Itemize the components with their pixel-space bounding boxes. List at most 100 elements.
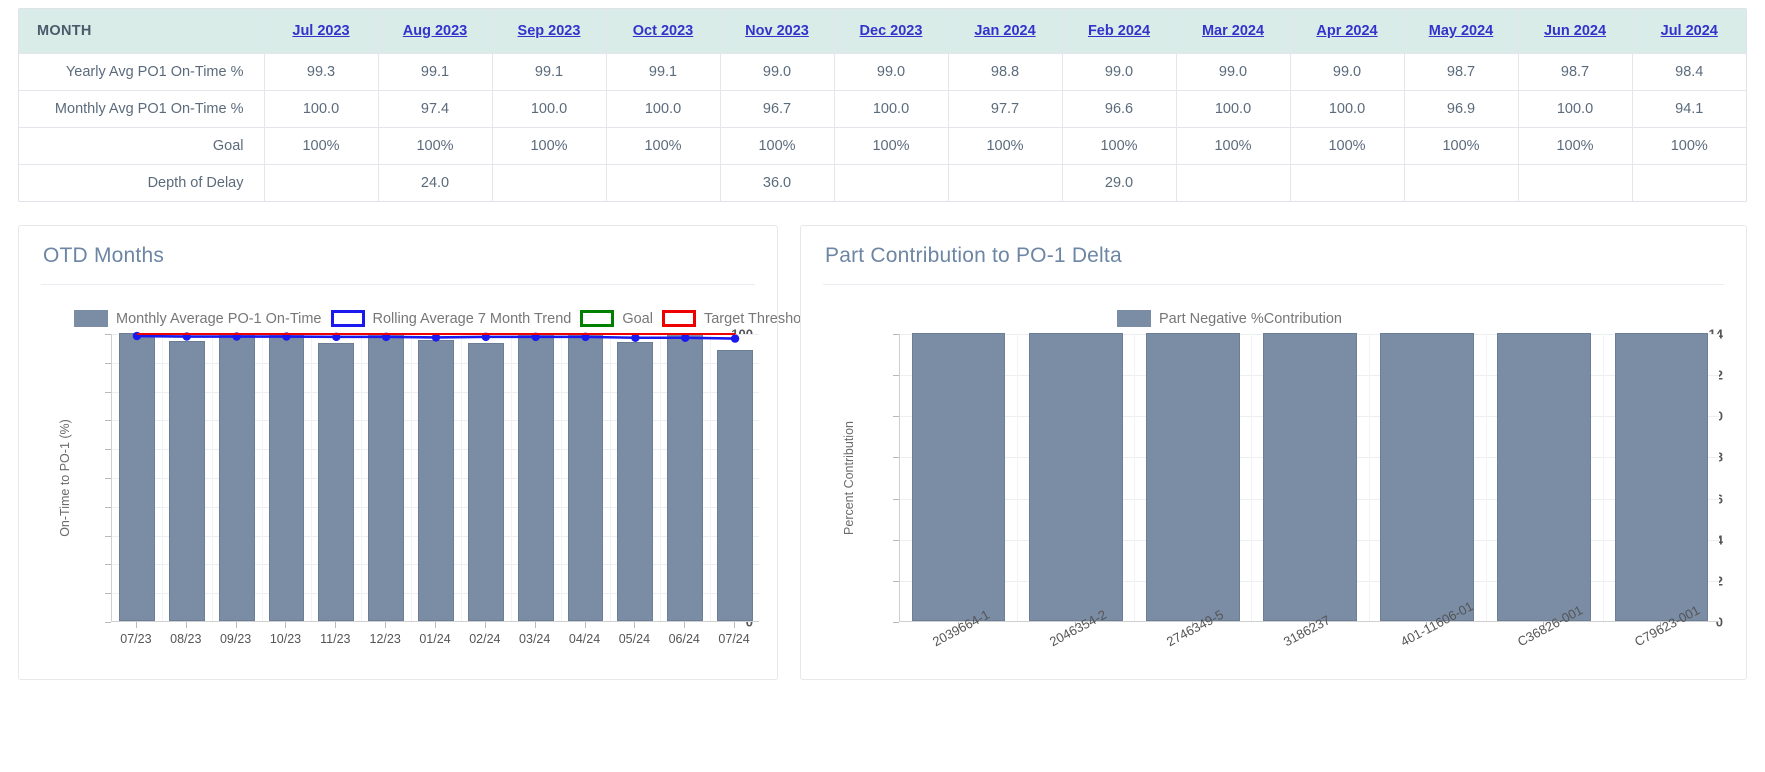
x-axis-tick-mark: [435, 622, 436, 628]
x-axis-tick-mark: [136, 622, 137, 628]
vertical-gridline: [1369, 334, 1370, 621]
part-plot-area: [899, 334, 1719, 622]
x-axis-tick-mark: [585, 622, 586, 628]
table-cell: 100%: [1290, 127, 1404, 164]
table-cell: [1290, 164, 1404, 201]
table-cell: 100%: [720, 127, 834, 164]
column-header-month-6[interactable]: Dec 2023: [834, 9, 948, 53]
table-cell: [606, 164, 720, 201]
table-cell: 99.3: [264, 53, 378, 90]
table-cell: 100.0: [1518, 90, 1632, 127]
legend-item-target-threshold[interactable]: Target Threshold: [662, 310, 813, 327]
table-cell: [1518, 164, 1632, 201]
bar[interactable]: [1263, 333, 1357, 621]
legend-label-goal: Goal: [622, 311, 653, 327]
table-cell: [492, 164, 606, 201]
series-point: [731, 334, 739, 342]
vertical-gridline: [1486, 334, 1487, 621]
table-cell: 98.7: [1404, 53, 1518, 90]
column-header-month-2[interactable]: Aug 2023: [378, 9, 492, 53]
line-series-overlay: [112, 334, 760, 622]
x-axis-tick-label: 09/23: [220, 632, 251, 646]
legend-label-monthly-average: Monthly Average PO-1 On-Time: [116, 311, 322, 327]
part-chart-legend: Part Negative %Contribution: [1117, 310, 1342, 327]
otd-plot-area: [111, 334, 759, 622]
x-axis-tick-mark: [285, 622, 286, 628]
table-cell: [834, 164, 948, 201]
column-header-month: MONTH: [19, 9, 264, 53]
bar[interactable]: [1380, 333, 1474, 621]
table-cell: 100.0: [492, 90, 606, 127]
x-axis-tick-mark: [385, 622, 386, 628]
bar[interactable]: [1029, 333, 1123, 621]
table-cell: 100.0: [1290, 90, 1404, 127]
x-axis-tick-label: 03/24: [519, 632, 550, 646]
otd-chart[interactable]: On-Time to PO-1 (%) 01020304050607080901…: [49, 326, 759, 656]
table-cell: 99.0: [1290, 53, 1404, 90]
table-cell: 100%: [834, 127, 948, 164]
table-cell: 99.0: [834, 53, 948, 90]
legend-item-monthly-average[interactable]: Monthly Average PO-1 On-Time: [74, 310, 322, 327]
table-row: Monthly Avg PO1 On-Time %100.097.4100.01…: [19, 90, 1746, 127]
table-cell: 99.0: [1176, 53, 1290, 90]
table-cell: 100%: [1062, 127, 1176, 164]
x-axis-tick-mark: [335, 622, 336, 628]
bar[interactable]: [912, 333, 1006, 621]
x-axis-tick-label: 06/24: [669, 632, 700, 646]
part-panel-title: Part Contribution to PO-1 Delta: [801, 226, 1746, 268]
table-cell: 100.0: [1176, 90, 1290, 127]
otd-chart-legend: Monthly Average PO-1 On-Time Rolling Ave…: [74, 310, 813, 327]
part-contribution-panel: Part Contribution to PO-1 Delta Part Neg…: [800, 225, 1747, 680]
legend-item-goal[interactable]: Goal: [580, 310, 653, 327]
column-header-month-3[interactable]: Sep 2023: [492, 9, 606, 53]
column-header-month-4[interactable]: Oct 2023: [606, 9, 720, 53]
y-axis-tick-mark: [893, 622, 899, 623]
bar[interactable]: [1497, 333, 1591, 621]
column-header-month-7[interactable]: Jan 2024: [948, 9, 1062, 53]
table-cell: 94.1: [1632, 90, 1746, 127]
table-cell: 29.0: [1062, 164, 1176, 201]
otd-y-axis-title: On-Time to PO-1 (%): [58, 419, 72, 537]
legend-swatch-trend-icon: [331, 310, 365, 327]
table-cell: [1404, 164, 1518, 201]
legend-item-part-negative-contribution[interactable]: Part Negative %Contribution: [1117, 310, 1342, 327]
legend-item-rolling-average[interactable]: Rolling Average 7 Month Trend: [331, 310, 572, 327]
column-header-month-1[interactable]: Jul 2023: [264, 9, 378, 53]
x-axis-tick-mark: [236, 622, 237, 628]
table-cell: 100%: [948, 127, 1062, 164]
row-label: Monthly Avg PO1 On-Time %: [19, 90, 264, 127]
legend-label-target-threshold: Target Threshold: [704, 311, 813, 327]
kpi-table-header: MONTH Jul 2023Aug 2023Sep 2023Oct 2023No…: [19, 9, 1746, 53]
table-cell: 24.0: [378, 164, 492, 201]
vertical-gridline: [1134, 334, 1135, 621]
otd-panel-title: OTD Months: [19, 226, 777, 268]
table-cell: 99.1: [378, 53, 492, 90]
column-header-month-5[interactable]: Nov 2023: [720, 9, 834, 53]
column-header-month-8[interactable]: Feb 2024: [1062, 9, 1176, 53]
part-panel-divider: [823, 284, 1724, 285]
x-axis-tick-label: 02/24: [469, 632, 500, 646]
column-header-month-12[interactable]: Jun 2024: [1518, 9, 1632, 53]
vertical-gridline: [1251, 334, 1252, 621]
column-header-month-13[interactable]: Jul 2024: [1632, 9, 1746, 53]
x-axis-tick-label: 05/24: [619, 632, 650, 646]
bar[interactable]: [1615, 333, 1709, 621]
table-cell: 96.7: [720, 90, 834, 127]
legend-label-part-negative-contribution: Part Negative %Contribution: [1159, 311, 1342, 327]
legend-swatch-target-icon: [662, 310, 696, 327]
table-cell: 100%: [606, 127, 720, 164]
column-header-month-11[interactable]: May 2024: [1404, 9, 1518, 53]
x-axis-tick-label: 04/24: [569, 632, 600, 646]
part-chart[interactable]: Percent Contribution 02468101214 2039664…: [829, 326, 1729, 656]
x-axis-tick-label: 11/23: [320, 632, 350, 646]
column-header-month-10[interactable]: Apr 2024: [1290, 9, 1404, 53]
column-header-month-9[interactable]: Mar 2024: [1176, 9, 1290, 53]
x-axis-tick-mark: [634, 622, 635, 628]
x-axis-tick-label: 07/24: [718, 632, 749, 646]
table-cell: 99.1: [606, 53, 720, 90]
table-cell: 97.4: [378, 90, 492, 127]
bar[interactable]: [1146, 333, 1240, 621]
row-label: Depth of Delay: [19, 164, 264, 201]
x-axis-tick-label: 12/23: [370, 632, 401, 646]
legend-swatch-goal-icon: [580, 310, 614, 327]
